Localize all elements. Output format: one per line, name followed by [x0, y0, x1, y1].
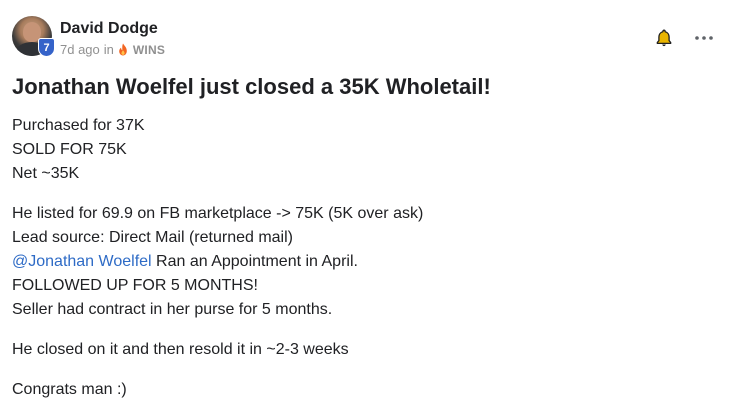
body-line: FOLLOWED UP FOR 5 MONTHS! — [12, 277, 258, 294]
post-time: 7d ago — [60, 42, 100, 57]
body-line: SOLD FOR 75K — [12, 141, 127, 158]
post-category[interactable]: WINS — [133, 43, 165, 57]
more-options-icon[interactable] — [692, 30, 716, 46]
meta-in-label: in — [103, 42, 114, 57]
flame-icon — [119, 43, 127, 56]
author-name[interactable]: David Dodge — [60, 20, 158, 38]
body-line: He listed for 69.9 on FB marketplace -> … — [12, 205, 424, 222]
post-header: 7 David Dodge 7d ago in WINS — [12, 16, 725, 60]
body-line: He closed on it and then resold it in ~2… — [12, 341, 349, 358]
post-card: 7 David Dodge 7d ago in WINS Jonathan Wo… — [0, 0, 737, 418]
mention-line-text: Ran an Appointment in April. — [151, 253, 358, 270]
author-avatar[interactable]: 7 — [12, 16, 55, 57]
body-line: Net ~35K — [12, 165, 80, 182]
post-title: Jonathan Woelfel just closed a 35K Whole… — [12, 74, 491, 99]
mention-line: @Jonathan Woelfel Ran an Appointment in … — [12, 250, 725, 274]
body-line: Seller had contract in her purse for 5 m… — [12, 301, 333, 318]
level-badge: 7 — [38, 38, 55, 57]
bell-icon[interactable] — [654, 28, 674, 48]
post-body: Purchased for 37K SOLD FOR 75K Net ~35K … — [12, 114, 725, 402]
body-line: Congrats man :) — [12, 381, 127, 398]
user-mention-link[interactable]: @Jonathan Woelfel — [12, 253, 152, 270]
body-line: Lead source: Direct Mail (returned mail) — [12, 229, 293, 246]
post-meta: 7d ago in WINS — [60, 42, 165, 57]
body-line: Purchased for 37K — [12, 117, 145, 134]
